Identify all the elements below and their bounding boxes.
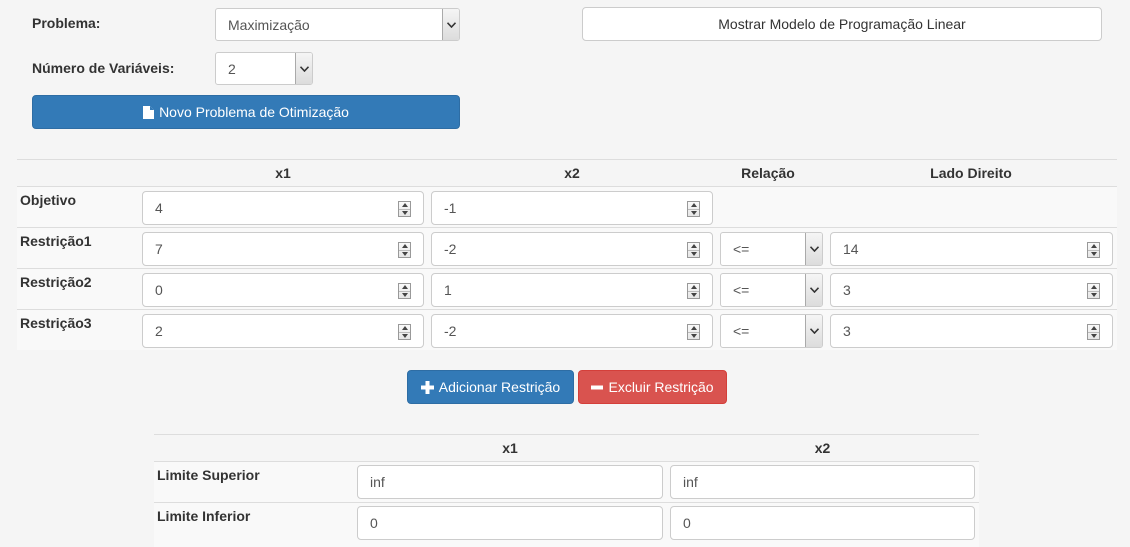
chevron-down-icon[interactable] xyxy=(805,233,822,265)
add-constraint-button[interactable]: Adicionar Restrição xyxy=(407,370,574,404)
col-header-x2: x2 xyxy=(564,165,580,181)
constraint-1-relation-value: <= xyxy=(733,241,750,257)
constraint-1-x1-input[interactable]: 7 xyxy=(142,232,424,266)
remove-constraint-button[interactable]: Excluir Restrição xyxy=(578,370,727,404)
spinner-icon[interactable] xyxy=(398,283,411,299)
spinner-icon[interactable] xyxy=(1087,324,1100,340)
upper-limit-x1-input[interactable]: inf xyxy=(357,465,663,499)
constraint-3-x2-input[interactable]: -2 xyxy=(431,314,713,348)
spinner-icon[interactable] xyxy=(398,201,411,217)
spinner-icon[interactable] xyxy=(687,242,700,258)
constraint-2-x2-input[interactable]: 1 xyxy=(431,273,713,307)
constraint-2-x1-input[interactable]: 0 xyxy=(142,273,424,307)
constraint-2-rhs-input[interactable]: 3 xyxy=(830,273,1113,307)
new-problem-button-label: Novo Problema de Otimização xyxy=(159,104,349,120)
numvars-label: Número de Variáveis: xyxy=(32,60,175,76)
spinner-icon[interactable] xyxy=(687,283,700,299)
constraint-1-x1-value: 7 xyxy=(155,241,163,257)
col-header-x1: x1 xyxy=(275,165,291,181)
lower-limit-x2-input[interactable]: 0 xyxy=(670,506,975,540)
constraint-3-x1-input[interactable]: 2 xyxy=(142,314,424,348)
lower-limit-x2-value: 0 xyxy=(683,515,691,531)
constraint-2-rhs-value: 3 xyxy=(843,282,851,298)
minus-icon xyxy=(591,385,604,389)
chevron-down-icon[interactable] xyxy=(805,274,822,306)
row-label-constraint-3: Restrição3 xyxy=(20,315,92,331)
upper-limit-x2-input[interactable]: inf xyxy=(670,465,975,499)
chevron-down-icon[interactable] xyxy=(805,315,822,347)
numvars-select-value: 2 xyxy=(228,61,236,77)
constraint-1-rhs-value: 14 xyxy=(843,241,859,257)
objective-x1-value: 4 xyxy=(155,200,163,216)
constraint-2-relation-select[interactable]: <= xyxy=(720,273,823,307)
constraint-1-x2-input[interactable]: -2 xyxy=(431,232,713,266)
upper-limit-x1-value: inf xyxy=(370,474,385,490)
spinner-icon[interactable] xyxy=(398,324,411,340)
plus-icon xyxy=(420,380,434,394)
row-label-lower-limit: Limite Inferior xyxy=(157,508,251,524)
spinner-icon[interactable] xyxy=(687,201,700,217)
constraint-2-relation-value: <= xyxy=(733,282,750,298)
show-model-button[interactable]: Mostrar Modelo de Programação Linear xyxy=(582,7,1102,41)
bounds-top-border xyxy=(154,434,979,435)
chevron-down-icon[interactable] xyxy=(295,53,312,84)
spinner-icon[interactable] xyxy=(1087,242,1100,258)
col-header-rhs: Lado Direito xyxy=(930,165,1012,181)
problem-select[interactable]: Maximização xyxy=(215,8,460,41)
constraint-2-x2-value: 1 xyxy=(444,282,452,298)
table-top-border xyxy=(17,159,1117,160)
upper-limit-x2-value: inf xyxy=(683,474,698,490)
add-constraint-label: Adicionar Restrição xyxy=(438,379,561,395)
row-label-constraint-2: Restrição2 xyxy=(20,274,92,290)
numvars-select[interactable]: 2 xyxy=(215,52,313,85)
spinner-icon[interactable] xyxy=(398,242,411,258)
problem-select-value: Maximização xyxy=(228,17,310,33)
spinner-icon[interactable] xyxy=(687,324,700,340)
objective-x2-value: -1 xyxy=(444,200,457,216)
constraint-3-rhs-value: 3 xyxy=(843,323,851,339)
spinner-icon[interactable] xyxy=(1087,283,1100,299)
remove-constraint-label: Excluir Restrição xyxy=(608,379,714,395)
constraint-2-x1-value: 0 xyxy=(155,282,163,298)
problem-label: Problema: xyxy=(32,15,101,31)
col-header-relation: Relação xyxy=(741,165,795,181)
chevron-down-icon[interactable] xyxy=(442,9,459,40)
bounds-header-x2: x2 xyxy=(814,440,831,456)
constraint-3-relation-select[interactable]: <= xyxy=(720,314,823,348)
file-icon xyxy=(143,105,155,119)
row-label-constraint-1: Restrição1 xyxy=(20,233,92,249)
lower-limit-x1-value: 0 xyxy=(370,515,378,531)
row-label-objective: Objetivo xyxy=(20,192,77,208)
constraint-3-rhs-input[interactable]: 3 xyxy=(830,314,1113,348)
lower-limit-x1-input[interactable]: 0 xyxy=(357,506,663,540)
constraint-3-x2-value: -2 xyxy=(444,323,457,339)
constraint-1-relation-select[interactable]: <= xyxy=(720,232,823,266)
constraint-3-relation-value: <= xyxy=(733,323,750,339)
bounds-header-x1: x1 xyxy=(502,440,518,456)
constraint-3-x1-value: 2 xyxy=(155,323,163,339)
objective-x1-input[interactable]: 4 xyxy=(142,191,424,225)
new-problem-button[interactable]: Novo Problema de Otimização xyxy=(32,95,460,129)
objective-x2-input[interactable]: -1 xyxy=(431,191,713,225)
row-label-upper-limit: Limite Superior xyxy=(157,467,260,483)
constraint-1-rhs-input[interactable]: 14 xyxy=(830,232,1113,266)
constraint-1-x2-value: -2 xyxy=(444,241,457,257)
